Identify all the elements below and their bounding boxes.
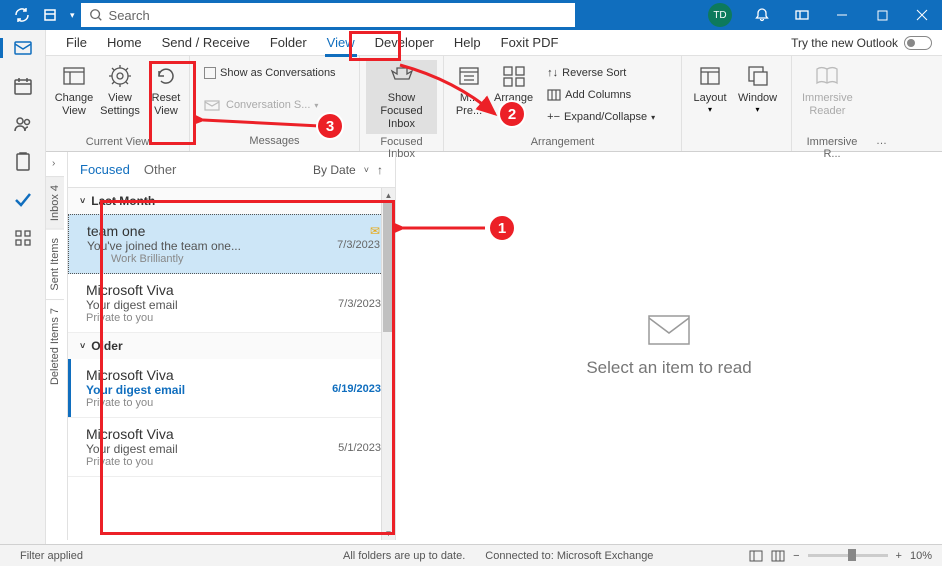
message-item[interactable]: team one✉ You've joined the team one...7… bbox=[68, 214, 395, 274]
sort-direction-icon[interactable]: ↑ bbox=[377, 163, 383, 177]
left-rail bbox=[0, 30, 46, 566]
folder-tab-sent[interactable]: Sent Items bbox=[46, 229, 64, 299]
search-icon bbox=[89, 8, 103, 22]
scroll-up-icon[interactable]: ▲ bbox=[382, 188, 395, 202]
group-label-current-view: Current View bbox=[52, 134, 183, 150]
group-label-arrangement: Arrangement bbox=[450, 134, 675, 150]
rail-mail-icon[interactable] bbox=[13, 38, 33, 58]
view-settings-button[interactable]: View Settings bbox=[98, 60, 142, 134]
search-placeholder: Search bbox=[109, 8, 150, 23]
conversation-settings-button[interactable]: Conversation S... ▾ bbox=[200, 94, 340, 116]
view-reading-icon[interactable] bbox=[771, 550, 785, 562]
scroll-down-icon[interactable]: ▼ bbox=[382, 526, 395, 540]
zoom-slider[interactable] bbox=[808, 554, 888, 557]
menu-home[interactable]: Home bbox=[97, 30, 152, 56]
expand-folders-icon[interactable]: › bbox=[52, 158, 55, 169]
maximize-button[interactable] bbox=[862, 0, 902, 30]
menu-folder[interactable]: Folder bbox=[260, 30, 317, 56]
ribbon: Change View View Settings Reset View Cur… bbox=[46, 56, 942, 152]
message-list: Focused Other By Date ˅ ↑ ˅Last Month te… bbox=[68, 152, 396, 540]
reset-view-button[interactable]: Reset View bbox=[144, 60, 188, 134]
envelope-icon: ✉ bbox=[370, 224, 380, 238]
immersive-reader-button[interactable]: Immersive Reader bbox=[798, 60, 857, 134]
chevron-down-icon: ˅ bbox=[80, 196, 85, 206]
search-box[interactable]: Search bbox=[81, 3, 575, 27]
zoom-in-icon[interactable]: + bbox=[896, 550, 902, 562]
folder-tab-inbox[interactable]: Inbox 4 bbox=[46, 176, 64, 229]
titlebar: ▾ Search TD bbox=[0, 0, 942, 30]
try-new-label: Try the new Outlook bbox=[791, 36, 898, 50]
reading-pane-text: Select an item to read bbox=[586, 358, 751, 378]
annotation-3: 3 bbox=[316, 112, 344, 140]
expand-collapse-button[interactable]: +−Expand/Collapse▾ bbox=[543, 106, 659, 128]
group-last-month[interactable]: ˅Last Month bbox=[68, 188, 395, 214]
group-older[interactable]: ˅Older bbox=[68, 333, 395, 359]
add-columns-button[interactable]: Add Columns bbox=[543, 84, 659, 106]
zoom-out-icon[interactable]: − bbox=[793, 550, 799, 562]
folder-tab-deleted[interactable]: Deleted Items 7 bbox=[46, 299, 64, 393]
try-new-outlook[interactable]: Try the new Outlook bbox=[791, 36, 932, 50]
message-list-body: ˅Last Month team one✉ You've joined the … bbox=[68, 188, 395, 540]
menu-view[interactable]: View bbox=[317, 30, 365, 56]
annotation-1: 1 bbox=[488, 214, 516, 242]
folder-tabs: › Inbox 4 Sent Items Deleted Items 7 bbox=[46, 152, 68, 540]
menu-file[interactable]: File bbox=[56, 30, 97, 56]
try-new-toggle[interactable] bbox=[904, 36, 932, 50]
close-button[interactable] bbox=[902, 0, 942, 30]
sync-icon[interactable] bbox=[14, 7, 30, 23]
rail-more-icon[interactable] bbox=[13, 228, 33, 248]
notifications-icon[interactable] bbox=[742, 0, 782, 30]
chevron-down-icon: ˅ bbox=[80, 341, 85, 351]
status-filter: Filter applied bbox=[10, 550, 93, 562]
scrollbar-thumb[interactable] bbox=[383, 202, 394, 332]
message-item[interactable]: Microsoft Viva Your digest email6/19/202… bbox=[68, 359, 395, 418]
message-preview-button[interactable]: M... Pre... bbox=[450, 60, 488, 134]
avatar[interactable]: TD bbox=[708, 3, 732, 27]
rail-tasks-icon[interactable] bbox=[13, 152, 33, 172]
menu-help[interactable]: Help bbox=[444, 30, 491, 56]
status-sync: All folders are up to date. bbox=[333, 550, 475, 562]
message-list-header: Focused Other By Date ˅ ↑ bbox=[68, 152, 395, 188]
message-item[interactable]: Microsoft Viva Your digest email5/1/2023… bbox=[68, 418, 395, 477]
show-conversations-checkbox[interactable]: Show as Conversations bbox=[200, 62, 340, 84]
statusbar: Filter applied All folders are up to dat… bbox=[0, 544, 942, 566]
window-button[interactable]: Window ▾ bbox=[734, 60, 781, 134]
show-focused-inbox-button[interactable]: Show Focused Inbox bbox=[366, 60, 437, 134]
tab-other[interactable]: Other bbox=[144, 162, 177, 177]
dropdown-icon[interactable]: ▾ bbox=[70, 10, 75, 21]
envelope-large-icon bbox=[647, 314, 691, 346]
window-mode-icon[interactable] bbox=[782, 0, 822, 30]
rail-todo-icon[interactable] bbox=[13, 190, 33, 210]
minimize-button[interactable] bbox=[822, 0, 862, 30]
layout-button[interactable]: Layout ▾ bbox=[688, 60, 732, 134]
sort-by-date[interactable]: By Date bbox=[313, 163, 356, 177]
menu-developer[interactable]: Developer bbox=[365, 30, 444, 56]
content-area: › Inbox 4 Sent Items Deleted Items 7 Foc… bbox=[46, 152, 942, 540]
message-item[interactable]: Microsoft Viva Your digest email7/3/2023… bbox=[68, 274, 395, 333]
sort-dropdown-icon[interactable]: ˅ bbox=[364, 165, 369, 175]
tab-focused[interactable]: Focused bbox=[80, 162, 130, 177]
scrollbar[interactable]: ▲ ▼ bbox=[381, 188, 395, 540]
reverse-sort-button[interactable]: ↑↓Reverse Sort bbox=[543, 62, 659, 84]
reading-pane: Select an item to read bbox=[396, 152, 942, 540]
submenu-icon[interactable] bbox=[42, 7, 58, 23]
status-connection: Connected to: Microsoft Exchange bbox=[475, 550, 663, 562]
rail-calendar-icon[interactable] bbox=[13, 76, 33, 96]
view-normal-icon[interactable] bbox=[749, 550, 763, 562]
menu-foxit[interactable]: Foxit PDF bbox=[491, 30, 569, 56]
annotation-2: 2 bbox=[498, 100, 526, 128]
change-view-button[interactable]: Change View bbox=[52, 60, 96, 134]
zoom-value: 10% bbox=[910, 550, 932, 562]
rail-people-icon[interactable] bbox=[13, 114, 33, 134]
menu-send-receive[interactable]: Send / Receive bbox=[152, 30, 260, 56]
menubar: File Home Send / Receive Folder View Dev… bbox=[46, 30, 942, 56]
